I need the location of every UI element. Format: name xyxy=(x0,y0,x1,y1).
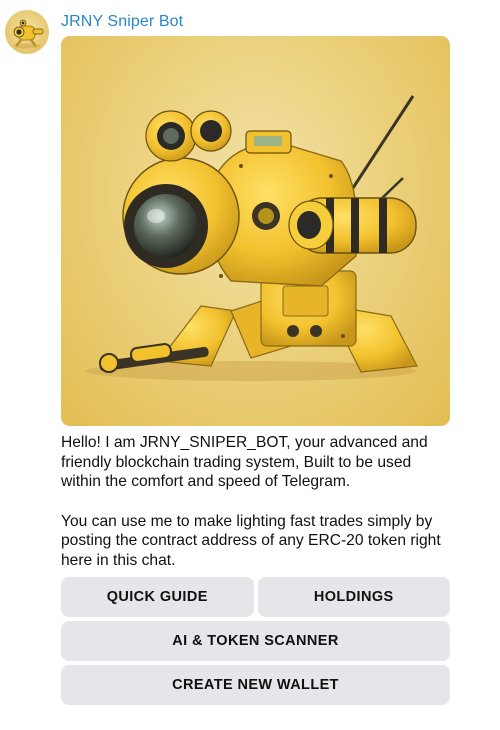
sender-name[interactable]: JRNY Sniper Bot xyxy=(61,13,183,31)
keyboard-row-3: CREATE NEW WALLET xyxy=(61,665,450,705)
inline-keyboard: QUICK GUIDE HOLDINGS AI & TOKEN SCANNER … xyxy=(61,577,450,709)
holdings-button[interactable]: HOLDINGS xyxy=(257,577,450,617)
bot-avatar[interactable] xyxy=(5,10,49,54)
ai-token-scanner-button[interactable]: AI & TOKEN SCANNER xyxy=(61,621,450,661)
yellow-robot-illustration-icon xyxy=(86,95,418,381)
message-paragraph-2: You can use me to make lighting fast tra… xyxy=(61,512,441,569)
keyboard-row-1: QUICK GUIDE HOLDINGS xyxy=(61,577,450,617)
message-paragraph-1: Hello! I am JRNY_SNIPER_BOT, your advanc… xyxy=(61,434,428,491)
robot-avatar-icon xyxy=(13,19,44,49)
create-new-wallet-button[interactable]: CREATE NEW WALLET xyxy=(61,665,450,705)
robot-image[interactable] xyxy=(61,36,450,426)
quick-guide-button[interactable]: QUICK GUIDE xyxy=(61,577,254,617)
keyboard-row-2: AI & TOKEN SCANNER xyxy=(61,621,450,661)
bot-message: Hello! I am JRNY_SNIPER_BOT, your advanc… xyxy=(61,433,453,571)
